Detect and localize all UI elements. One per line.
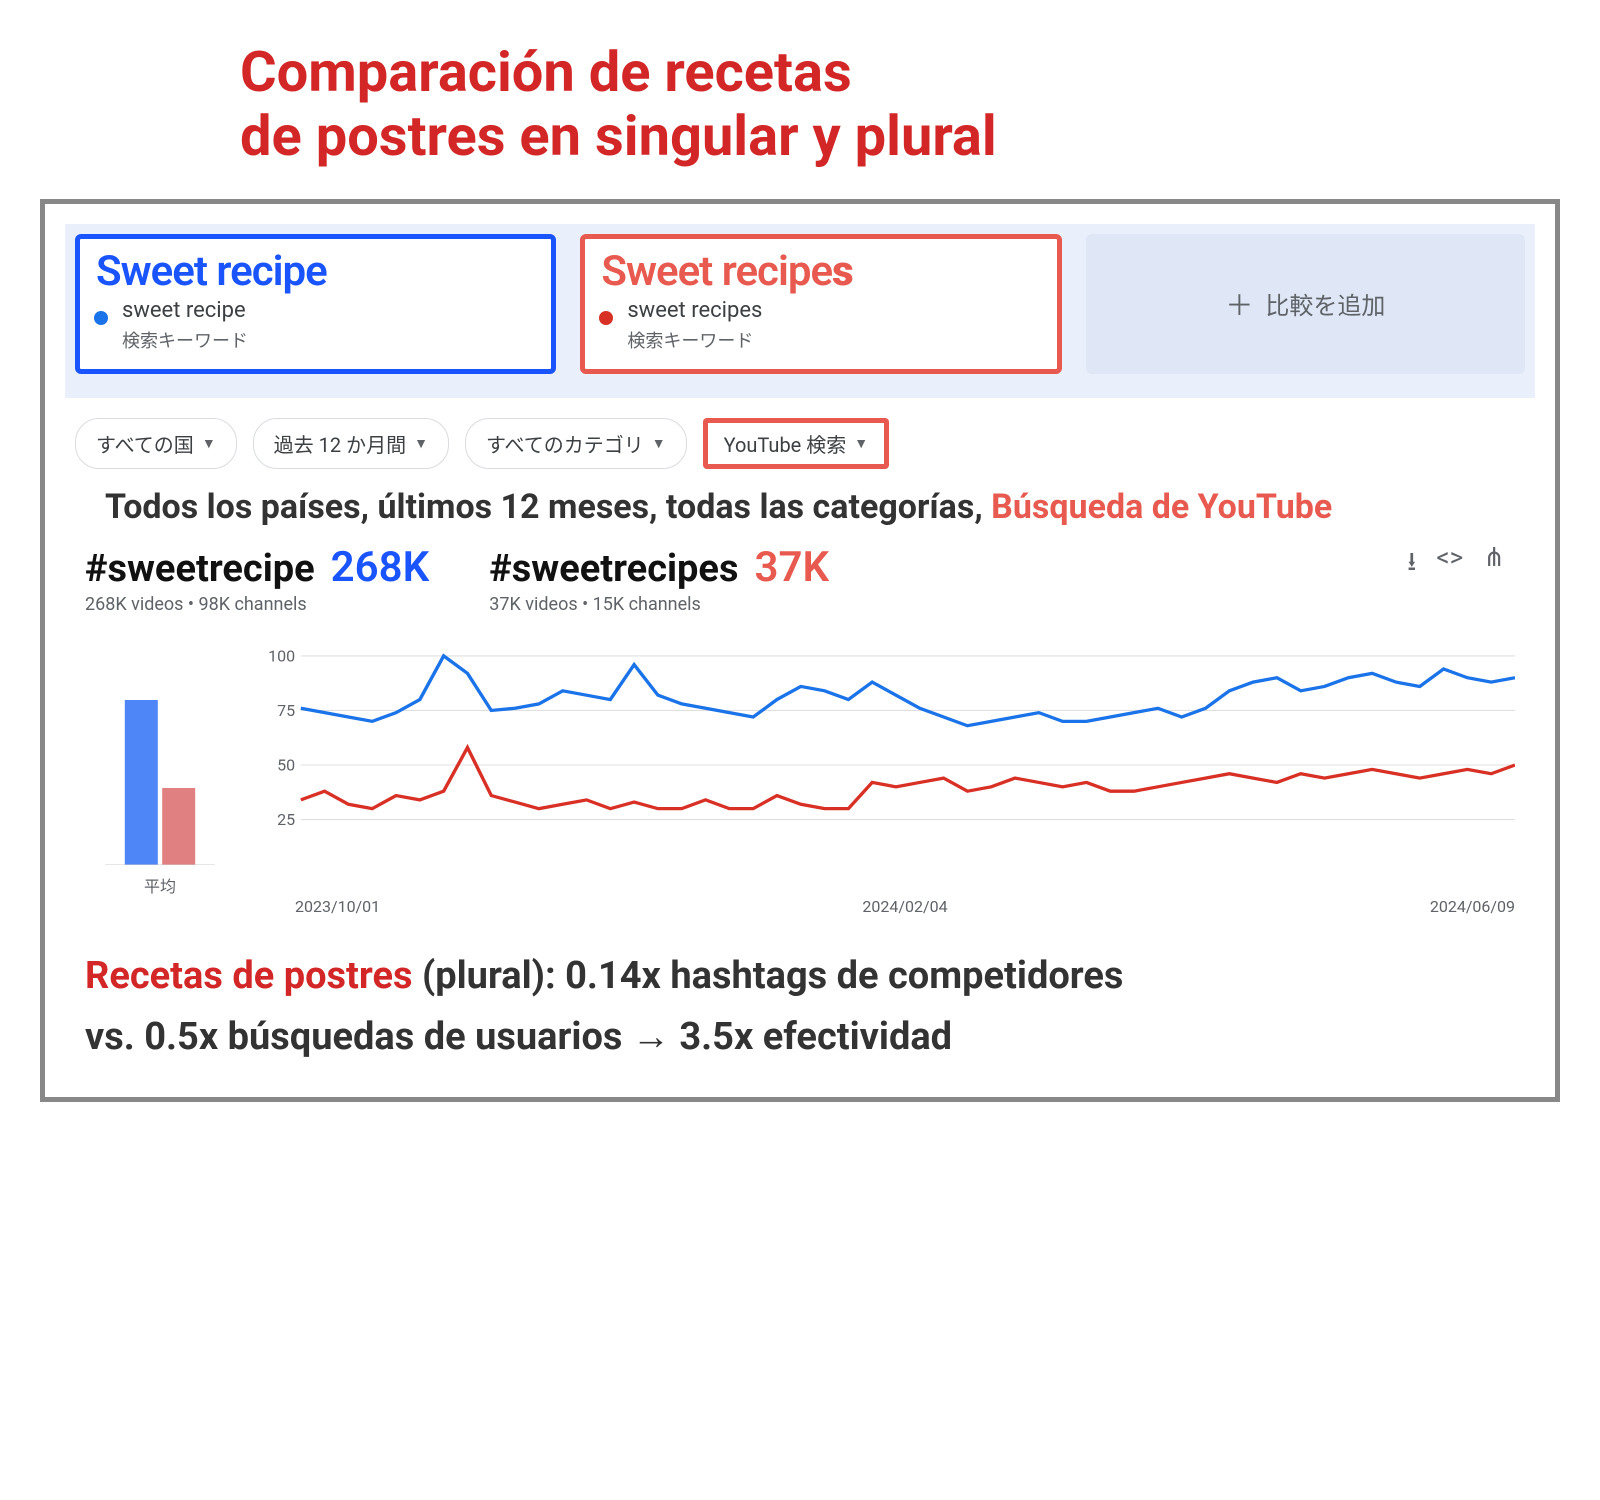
conclusion: Recetas de postres (plural): 0.14x hasht… — [65, 916, 1535, 1068]
term-type: 検索キーワード — [627, 327, 1040, 353]
term-annotation: Sweet recipe — [96, 247, 535, 296]
page-title: Comparación de recetasde postres en sing… — [240, 40, 1560, 169]
term-card-sweet-recipes[interactable]: Sweet recipes sweet recipes 検索キーワード — [580, 234, 1061, 374]
hashtag-stats: #sweetrecipe 268K 268K videos • 98K chan… — [65, 543, 1535, 625]
avg-label: 平均 — [144, 873, 176, 897]
hashtag-sweetrecipe: #sweetrecipe 268K 268K videos • 98K chan… — [85, 543, 429, 615]
svg-text:100: 100 — [268, 647, 295, 666]
series-dot-icon — [94, 311, 108, 325]
x-axis-labels: 2023/10/012024/02/042024/06/09 — [255, 889, 1515, 916]
hashtag-sweetrecipes: #sweetrecipes 37K 37K videos • 15K chann… — [489, 543, 829, 615]
series-dot-icon — [599, 311, 613, 325]
share-icon[interactable]: ⋔ — [1483, 543, 1505, 587]
filter-search-type[interactable]: YouTube 検索▼ — [703, 418, 890, 469]
chevron-down-icon: ▼ — [652, 435, 666, 452]
add-comparison-button[interactable]: ＋ 比較を追加 — [1086, 234, 1525, 374]
trend-line-chart: 25 50 75 100 — [255, 645, 1515, 885]
svg-text:50: 50 — [277, 756, 295, 775]
avg-bar-chart — [105, 645, 215, 865]
filter-row: すべての国▼ 過去 12 か月間▼ すべてのカテゴリ▼ YouTube 検索▼ — [65, 398, 1535, 487]
chevron-down-icon: ▼ — [202, 435, 216, 452]
svg-text:25: 25 — [277, 810, 295, 829]
chart-actions: ⭳ <> ⋔ — [1407, 543, 1515, 587]
filter-summary: Todos los países, últimos 12 meses, toda… — [65, 487, 1535, 543]
trends-chart: 平均 25 50 75 100 2023/10/012024/02/042024/06… — [65, 625, 1535, 916]
embed-icon[interactable]: <> — [1436, 543, 1463, 587]
term-card-sweet-recipe[interactable]: Sweet recipe sweet recipe 検索キーワード — [75, 234, 556, 374]
term-text: sweet recipe — [122, 298, 535, 323]
plus-icon: ＋ — [1225, 284, 1253, 324]
term-annotation: Sweet recipes — [601, 247, 1040, 296]
filter-category[interactable]: すべてのカテゴリ▼ — [465, 418, 687, 469]
chevron-down-icon: ▼ — [854, 435, 868, 452]
filter-country[interactable]: すべての国▼ — [75, 418, 237, 469]
svg-text:75: 75 — [277, 701, 295, 720]
term-text: sweet recipes — [627, 298, 1040, 323]
download-icon[interactable]: ⭳ — [1407, 543, 1416, 587]
term-type: 検索キーワード — [122, 327, 535, 353]
trends-panel: Sweet recipe sweet recipe 検索キーワード Sweet … — [40, 199, 1560, 1103]
filter-period[interactable]: 過去 12 か月間▼ — [253, 418, 449, 469]
compare-row: Sweet recipe sweet recipe 検索キーワード Sweet … — [65, 224, 1535, 398]
chevron-down-icon: ▼ — [414, 435, 428, 452]
